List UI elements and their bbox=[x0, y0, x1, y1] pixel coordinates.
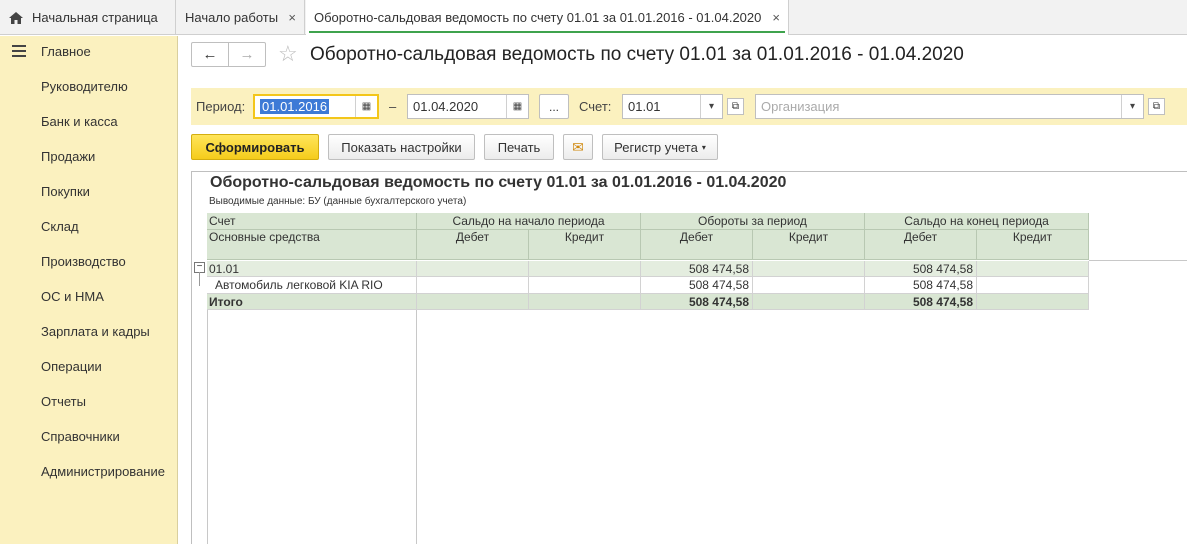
chevron-down-icon[interactable]: ▾ bbox=[1121, 95, 1143, 118]
table-cell bbox=[753, 277, 865, 294]
table-cell bbox=[753, 261, 865, 277]
report-title: Оборотно-сальдовая ведомость по счету 01… bbox=[210, 174, 787, 191]
table-cell bbox=[529, 261, 641, 277]
header-debit: Дебет bbox=[417, 230, 529, 260]
table-cell: 508 474,58 bbox=[865, 294, 977, 310]
sidebar-item-manager[interactable]: Руководителю bbox=[41, 79, 128, 94]
header-account: Счет bbox=[207, 213, 417, 230]
calendar-icon[interactable]: ▦ bbox=[506, 95, 528, 118]
generate-button[interactable]: Сформировать bbox=[191, 134, 319, 160]
grid-line bbox=[416, 310, 417, 544]
table-row-total: Итого bbox=[207, 294, 417, 310]
header-credit: Кредит bbox=[529, 230, 641, 260]
table-cell bbox=[417, 277, 529, 294]
header-credit: Кредит bbox=[753, 230, 865, 260]
sidebar-item-sales[interactable]: Продажи bbox=[41, 149, 95, 164]
sidebar-item-directories[interactable]: Справочники bbox=[41, 429, 120, 444]
organization-placeholder: Организация bbox=[761, 99, 840, 114]
register-button[interactable]: Регистр учета ▾ bbox=[602, 134, 718, 160]
page-title: Оборотно-сальдовая ведомость по счету 01… bbox=[310, 44, 964, 65]
show-settings-button[interactable]: Показать настройки bbox=[328, 134, 475, 160]
account-field[interactable]: 01.01 ▾ bbox=[622, 94, 723, 119]
account-label: Счет: bbox=[579, 99, 612, 114]
sidebar-item-reports[interactable]: Отчеты bbox=[41, 394, 86, 409]
sidebar-item-bank[interactable]: Банк и касса bbox=[41, 114, 118, 129]
header-debit: Дебет bbox=[865, 230, 977, 260]
table-cell bbox=[977, 261, 1089, 277]
date-from-value: 01.01.2016 bbox=[260, 99, 330, 114]
history-nav: ← → bbox=[191, 42, 266, 67]
sidebar-item-main[interactable]: Главное bbox=[41, 44, 91, 59]
grid-line bbox=[207, 310, 208, 544]
sidebar-item-assets[interactable]: ОС и НМА bbox=[41, 289, 104, 304]
sidebar-item-operations[interactable]: Операции bbox=[41, 359, 102, 374]
report-sheet: Оборотно-сальдовая ведомость по счету 01… bbox=[191, 171, 1187, 544]
tree-line bbox=[199, 272, 200, 286]
header-opening-balance: Сальдо на начало периода bbox=[417, 213, 641, 230]
account-value: 01.01 bbox=[628, 99, 661, 114]
table-cell: 508 474,58 bbox=[865, 261, 977, 277]
tab-home-label: Начальная страница bbox=[32, 10, 158, 25]
print-button[interactable]: Печать bbox=[484, 134, 554, 160]
table-cell: 508 474,58 bbox=[641, 294, 753, 310]
header-closing-balance: Сальдо на конец периода bbox=[865, 213, 1089, 230]
table-cell bbox=[417, 294, 529, 310]
back-arrow-icon[interactable]: ← bbox=[192, 43, 229, 66]
table-cell bbox=[977, 294, 1089, 310]
period-label: Период: bbox=[196, 99, 246, 114]
table-cell bbox=[529, 294, 641, 310]
chevron-down-icon: ▾ bbox=[701, 142, 706, 152]
open-organization-icon[interactable]: ⧉ bbox=[1148, 98, 1165, 115]
table-cell: 508 474,58 bbox=[865, 277, 977, 294]
sidebar: Главное Руководителю Банк и касса Продаж… bbox=[0, 36, 178, 544]
period-select-button[interactable]: ... bbox=[539, 94, 569, 119]
close-icon[interactable]: × bbox=[772, 10, 780, 25]
table-cell bbox=[753, 294, 865, 310]
table-row-asset[interactable]: Автомобиль легковой KIA RIO bbox=[207, 277, 417, 294]
tab-home[interactable]: Начальная страница bbox=[0, 0, 176, 35]
sidebar-item-production[interactable]: Производство bbox=[41, 254, 126, 269]
main-area: ← → ☆ Оборотно-сальдовая ведомость по сч… bbox=[179, 36, 1187, 544]
report-subtitle: Выводимые данные: БУ (данные бухгалтерск… bbox=[209, 196, 467, 207]
table-cell bbox=[529, 277, 641, 294]
header-fixed-assets: Основные средства bbox=[207, 230, 417, 260]
menu-icon[interactable] bbox=[12, 45, 26, 57]
tab-report-label: Оборотно-сальдовая ведомость по счету 01… bbox=[314, 10, 762, 25]
star-icon[interactable]: ☆ bbox=[278, 41, 298, 67]
date-to-field[interactable]: 01.04.2020 ▦ bbox=[407, 94, 529, 119]
table-cell bbox=[417, 261, 529, 277]
tab-start-label: Начало работы bbox=[185, 10, 279, 25]
sidebar-item-warehouse[interactable]: Склад bbox=[41, 219, 79, 234]
table-cell bbox=[977, 277, 1089, 294]
sidebar-item-admin[interactable]: Администрирование bbox=[41, 464, 165, 479]
tab-bar: Начальная страница Начало работы × Оборо… bbox=[0, 0, 1187, 35]
tab-start[interactable]: Начало работы × bbox=[177, 0, 305, 35]
register-button-label: Регистр учета bbox=[614, 139, 698, 155]
close-icon[interactable]: × bbox=[288, 10, 296, 25]
mail-icon[interactable]: ✉ bbox=[563, 134, 593, 160]
forward-arrow-icon[interactable]: → bbox=[229, 43, 265, 66]
tab-report[interactable]: Оборотно-сальдовая ведомость по счету 01… bbox=[306, 0, 789, 35]
organization-field[interactable]: Организация ▾ bbox=[755, 94, 1144, 119]
date-from-field[interactable]: 01.01.2016 ▦ bbox=[253, 94, 379, 119]
calendar-icon[interactable]: ▦ bbox=[355, 96, 377, 117]
home-icon bbox=[9, 11, 23, 24]
grid-line bbox=[1089, 260, 1187, 261]
date-to-value: 01.04.2020 bbox=[413, 99, 479, 114]
sidebar-item-salary[interactable]: Зарплата и кадры bbox=[41, 324, 150, 339]
table-cell: 508 474,58 bbox=[641, 277, 753, 294]
table-cell: 508 474,58 bbox=[641, 261, 753, 277]
open-account-icon[interactable]: ⧉ bbox=[727, 98, 744, 115]
chevron-down-icon[interactable]: ▾ bbox=[700, 95, 722, 118]
header-turnover: Обороты за период bbox=[641, 213, 865, 230]
table-row-account[interactable]: 01.01 bbox=[207, 261, 417, 277]
header-debit: Дебет bbox=[641, 230, 753, 260]
sidebar-item-purchases[interactable]: Покупки bbox=[41, 184, 90, 199]
period-dash: – bbox=[389, 99, 397, 114]
filter-bar: Период: 01.01.2016 ▦ – 01.04.2020 ▦ ... … bbox=[191, 88, 1187, 125]
header-credit: Кредит bbox=[977, 230, 1089, 260]
